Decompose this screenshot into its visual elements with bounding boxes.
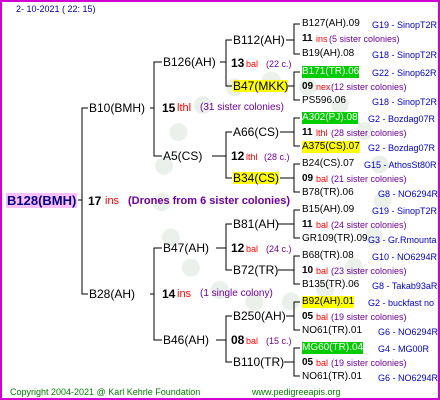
gen4-code: G18 - SinopT2R (372, 97, 438, 107)
gen4-count: 09 (302, 173, 314, 184)
gen3-node[interactable]: A66(CS) (233, 126, 279, 138)
gen3-ins: lthl (246, 152, 258, 162)
gen4-ins: bal (316, 358, 329, 368)
root-ins: ins (105, 195, 120, 207)
footer-url[interactable]: www.pedigreeapis.org (252, 386, 341, 398)
gen4-node[interactable]: B78(TR).06 (302, 187, 354, 199)
gen1-node[interactable]: B28(AH) (89, 288, 135, 300)
gen3-ins: bal (246, 336, 259, 346)
gen3-node[interactable]: B34(CS) (233, 172, 280, 184)
gen4-ins: bal (316, 220, 329, 230)
gen3-note: (24 c.) (266, 244, 292, 254)
gen4-note: (5 sister colonies) (329, 34, 400, 44)
gen4-code: G19 - SinopT2R (372, 20, 438, 30)
gen4-ins: nex (316, 82, 331, 92)
gen4-code: G15 - AthosSt80R (364, 160, 437, 170)
gen4-code: G2 - buckfast no (368, 298, 435, 308)
gen4-note: (12 sister colonies) (331, 82, 407, 92)
gen3-node[interactable]: B47(MKK) (233, 80, 289, 92)
gen4-code: G3 - Gr.Rmounta (368, 235, 437, 245)
gen1-node[interactable]: B10(BMH) (89, 102, 145, 114)
gen4-note: (28 sister colonies) (331, 128, 407, 138)
gen1-note: (31 sister colonies) (200, 102, 284, 113)
gen3-note: (22 c.) (266, 59, 292, 69)
gen3-node[interactable]: B250(AH) (233, 310, 286, 322)
gen4-count: 10 (302, 265, 314, 276)
gen2-node[interactable]: B47(AH) (163, 242, 209, 254)
gen4-node[interactable]: B135(TR).06 (302, 279, 359, 291)
gen3-count: 12 (231, 241, 245, 255)
gen4-node[interactable]: MG60(TR).04 (302, 342, 364, 354)
root-note: (Drones from 6 sister colonies) (128, 195, 290, 207)
gen1-count: 14 (162, 287, 176, 301)
gen4-node[interactable]: B127(AH).09 (302, 18, 360, 30)
root-count: 17 (88, 194, 102, 208)
gen3-note: (15 c.) (266, 336, 292, 346)
gen4-count: 11 (302, 219, 313, 230)
gen2-node[interactable]: B126(AH) (163, 56, 216, 68)
gen3-node[interactable]: B110(TR) (233, 356, 284, 368)
gen2-node[interactable]: B46(AH) (163, 334, 209, 346)
gen4-count: 11 (302, 127, 313, 138)
gen4-note: (21 sister colonies) (331, 174, 407, 184)
gen4-code: G6 - NO6294R (378, 327, 439, 337)
gen4-ins: ins (316, 34, 328, 44)
gen4-node[interactable]: A375(CS).07 (302, 141, 360, 153)
gen4-code: G2 - Bozdag07R (368, 114, 436, 124)
gen4-code: G22 - Sinop62R (372, 68, 437, 78)
gen4-node[interactable]: A302(PJ).08 (302, 112, 358, 124)
gen4-code: G2 - Bozdag07R (368, 143, 436, 153)
gen4-code: G18 - SinopT2R (372, 50, 438, 60)
gen4-note: (19 sister colonies) (331, 358, 407, 368)
gen3-node[interactable]: B72(TR) (233, 264, 278, 276)
gen4-code: G10 - NO6294R (372, 252, 438, 262)
gen2-node[interactable]: A5(CS) (163, 150, 202, 162)
pedigree-frame: 2- 10-2021 ( 22: 15) Copyright 2004-2021… (0, 0, 440, 400)
gen4-code: G4 - MG00R (378, 344, 430, 354)
gen4-node[interactable]: B15(AH).09 (302, 204, 354, 216)
gen4-ins: bal (316, 266, 329, 276)
gen3-node[interactable]: B81(AH) (233, 218, 279, 230)
gen4-node[interactable]: PS596.06 (302, 95, 346, 107)
gen3-note: (28 c.) (264, 152, 290, 162)
gen4-code: G8 - Takab93aR (372, 281, 438, 291)
gen3-count: 12 (231, 149, 245, 163)
gen4-ins: lthl (316, 128, 328, 138)
gen4-node[interactable]: B92(AH).01 (302, 296, 355, 308)
gen3-ins: bal (246, 244, 259, 254)
gen3-node[interactable]: B112(AH) (233, 34, 285, 46)
gen4-note: (24 sister colonies) (331, 220, 407, 230)
gen1-ins: ins (177, 288, 192, 300)
gen3-count: 13 (231, 56, 245, 70)
gen4-count: 05 (302, 311, 314, 322)
gen4-code: G8 - NO6294R (378, 189, 439, 199)
gen4-node[interactable]: GR109(TR).09 (302, 233, 368, 245)
gen3-ins: bal (246, 59, 259, 69)
gen4-note: (23 sister colonies) (331, 266, 407, 276)
gen4-ins: bal (316, 174, 329, 184)
gen4-node[interactable]: B19(AH).08 (302, 48, 354, 60)
gen1-count: 15 (162, 101, 176, 115)
root-queen[interactable]: B128(BMH) (6, 193, 78, 208)
gen4-ins: bal (316, 312, 329, 322)
gen4-node[interactable]: B171(TR).06 (302, 66, 360, 78)
footer-copyright: Copyright 2004-2021 @ Karl Kehrle Founda… (10, 387, 201, 397)
gen3-count: 08 (231, 333, 245, 347)
gen4-count: 05 (302, 357, 314, 368)
gen4-node[interactable]: B24(CS).07 (302, 158, 354, 170)
gen4-count: 09 (302, 81, 314, 92)
gen4-node[interactable]: NO61(TR).01 (302, 325, 362, 337)
gen4-note: (19 sister colonies) (331, 312, 407, 322)
header-date: 2- 10-2021 ( 22: 15) (16, 4, 96, 14)
gen1-note: (1 single colony) (200, 288, 273, 299)
gen4-code: G6 - NO6294R (378, 373, 439, 383)
gen4-node[interactable]: B68(TR).08 (302, 250, 354, 262)
gen4-code: G19 - SinopT2R (372, 206, 438, 216)
gen1-ins: lthl (177, 102, 192, 114)
gen4-count: 11 (302, 33, 313, 44)
gen4-node[interactable]: NO61(TR).01 (302, 371, 362, 383)
